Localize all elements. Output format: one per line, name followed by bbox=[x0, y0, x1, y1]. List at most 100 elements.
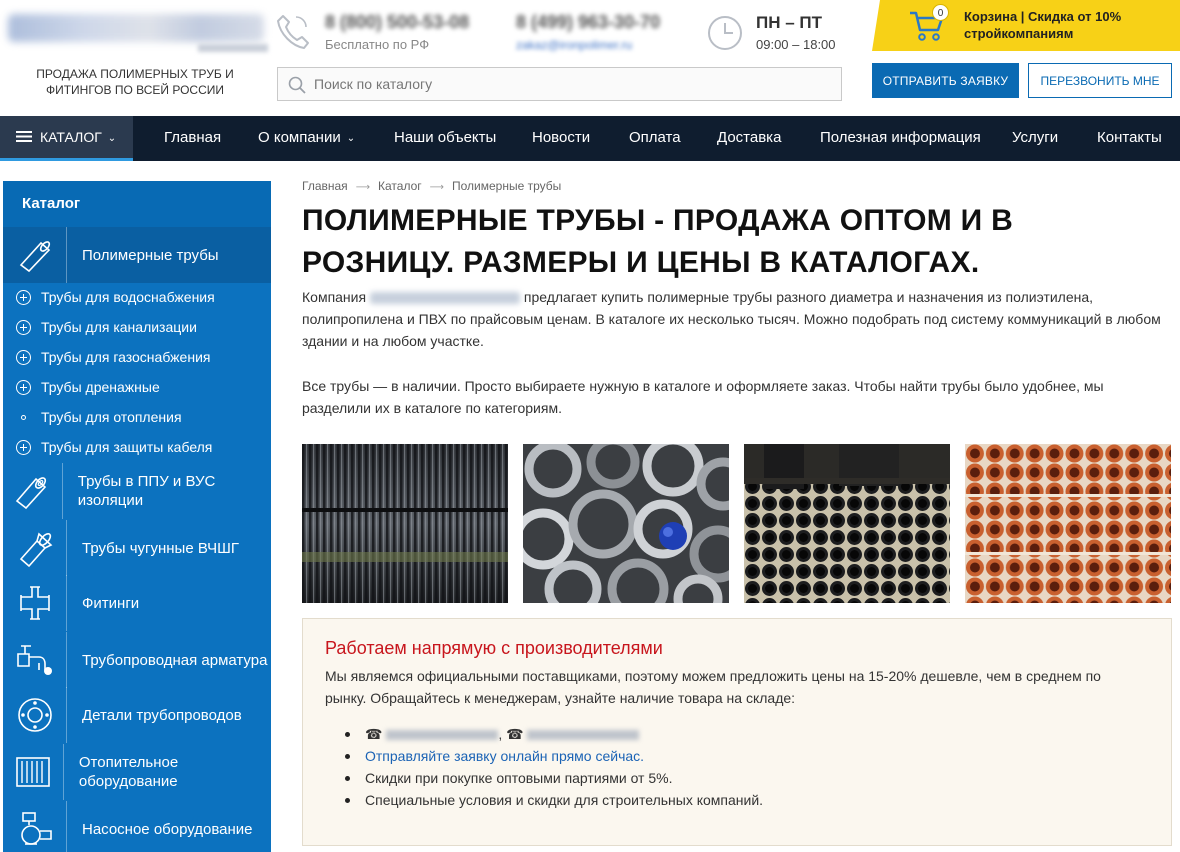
sidebar-item-label: Насосное оборудование bbox=[82, 820, 253, 838]
catalog-sidebar: Каталог Полимерные трубы Трубы для водос… bbox=[3, 181, 271, 852]
pump-icon bbox=[20, 812, 52, 845]
radiator-icon bbox=[16, 757, 50, 787]
list-item: Отправляйте заявку онлайн прямо сейчас. bbox=[343, 745, 1143, 767]
arrow-right-icon: ⟶ bbox=[355, 182, 371, 193]
grey-pipes-photo[interactable] bbox=[523, 444, 729, 603]
plus-circle-icon bbox=[16, 379, 31, 395]
phone-icon bbox=[277, 15, 309, 49]
sidebar-subitem-label: Трубы для водоснабжения bbox=[41, 289, 215, 305]
sidebar-item-label: Детали трубопроводов bbox=[82, 706, 242, 724]
nav-item-home[interactable]: Главная bbox=[164, 116, 221, 161]
intro-paragraph: Компания предлагает купить полимерные тр… bbox=[302, 286, 1162, 352]
nav-item-objects[interactable]: Наши объекты bbox=[394, 116, 496, 161]
breadcrumb-current: Полимерные трубы bbox=[452, 179, 562, 193]
plus-circle-icon bbox=[16, 289, 31, 305]
sidebar-item-label: Полимерные трубы bbox=[82, 246, 219, 264]
list-separator: , bbox=[498, 726, 503, 742]
cart-count-badge: 0 bbox=[932, 4, 949, 21]
cast-iron-pipe-icon bbox=[19, 532, 52, 568]
sidebar-subitem-cable[interactable]: Трубы для защиты кабеля bbox=[3, 432, 271, 462]
clock-icon bbox=[708, 16, 742, 50]
info-box-title: Работаем напрямую с производителями bbox=[325, 638, 663, 658]
pipe-icon bbox=[19, 241, 50, 273]
send-request-button[interactable]: ОТПРАВИТЬ ЗАЯВКУ bbox=[872, 63, 1019, 98]
sidebar-subitem-label: Трубы для отопления bbox=[41, 409, 182, 425]
stock-paragraph: Все трубы — в наличии. Просто выбираете … bbox=[302, 378, 1104, 416]
list-item: ☎ , ☎ bbox=[343, 723, 1143, 745]
intro-text-start: Компания bbox=[302, 289, 370, 305]
list-item: Специальные условия и скидки для строите… bbox=[343, 789, 1143, 811]
cart-banner[interactable]: 0 Корзина | Скидка от 10% стройкомпаниям bbox=[872, 0, 1180, 51]
nav-item-delivery[interactable]: Доставка bbox=[717, 116, 781, 161]
sidebar-item-valves[interactable]: Трубопроводная арматура bbox=[3, 632, 271, 688]
info-box-list: ☎ , ☎ Отправляйте заявку онлайн прямо се… bbox=[343, 723, 1143, 811]
nav-item-services[interactable]: Услуги bbox=[1012, 116, 1058, 161]
breadcrumb-catalog[interactable]: Каталог bbox=[378, 179, 422, 193]
online-request-link[interactable]: Отправляйте заявку онлайн прямо сейчас. bbox=[365, 748, 644, 764]
sidebar-subitem-label: Трубы для защиты кабеля bbox=[41, 439, 213, 455]
breadcrumb: Главная ⟶ Каталог ⟶ Полимерные трубы bbox=[302, 179, 561, 193]
callback-button[interactable]: ПЕРЕЗВОНИТЬ МНЕ bbox=[1028, 63, 1172, 98]
phone-main-caption: Бесплатно по РФ bbox=[325, 37, 430, 52]
phone-redacted-2[interactable] bbox=[527, 730, 640, 741]
sidebar-item-polymer-pipes[interactable]: Полимерные трубы bbox=[3, 227, 271, 283]
sidebar-item-label: Отопительное оборудование bbox=[78, 754, 179, 790]
sidebar-subitem-heating[interactable]: Трубы для отопления bbox=[3, 402, 271, 432]
catalog-menu-button[interactable]: КАТАЛОГ ⌄ bbox=[0, 116, 133, 161]
search-input[interactable] bbox=[314, 68, 834, 100]
manufacturer-info-box: Работаем напрямую с производителями Мы я… bbox=[302, 618, 1172, 846]
sidebar-item-ppu-pipes[interactable]: Трубы в ППУ и ВУС изоляции bbox=[3, 463, 271, 519]
phone-second[interactable]: 8 (499) 963-30-70 bbox=[516, 12, 660, 33]
nav-item-about[interactable]: О компании ⌄ bbox=[258, 116, 355, 161]
search-box[interactable] bbox=[277, 67, 842, 101]
work-days: ПН – ПТ bbox=[756, 13, 822, 32]
nav-item-payment[interactable]: Оплата bbox=[629, 116, 681, 161]
search-icon bbox=[288, 76, 306, 94]
site-logo[interactable] bbox=[8, 8, 268, 56]
email-link[interactable]: zakaz@ironpolimer.ru bbox=[516, 38, 632, 52]
company-name-redacted bbox=[369, 292, 520, 305]
corrugated-pipes-photo[interactable] bbox=[302, 444, 508, 603]
cart-label[interactable]: Корзина | Скидка от 10% стройкомпаниям bbox=[964, 8, 1174, 42]
valve-icon bbox=[16, 645, 52, 675]
black-pipes-stack-photo[interactable] bbox=[744, 444, 950, 603]
main-navigation: КАТАЛОГ ⌄ Главная О компании ⌄ Наши объект… bbox=[0, 116, 1180, 161]
menu-icon bbox=[16, 131, 32, 143]
sidebar-subitem-gas[interactable]: Трубы для газоснабжения bbox=[3, 342, 271, 372]
phone-redacted-1[interactable] bbox=[386, 730, 499, 741]
sidebar-item-label: Трубы в ППУ и ВУС изоляции bbox=[77, 473, 216, 509]
sidebar-item-pumps[interactable]: Насосное оборудование bbox=[3, 801, 271, 852]
nav-item-info[interactable]: Полезная информация bbox=[820, 116, 981, 161]
sidebar-subitem-drainage[interactable]: Трубы дренажные bbox=[3, 372, 271, 402]
list-item: Скидки при покупке оптовыми партиями от … bbox=[343, 767, 1143, 789]
sidebar-item-pipeline-parts[interactable]: Детали трубопроводов bbox=[3, 687, 271, 743]
sidebar-subitem-sewer[interactable]: Трубы для канализации bbox=[3, 312, 271, 342]
header-tagline: ПРОДАЖА ПОЛИМЕРНЫХ ТРУБ И ФИТИНГОВ ПО ВС… bbox=[36, 67, 234, 97]
catalog-menu-label: КАТАЛОГ bbox=[40, 129, 102, 145]
telephone-icon: ☎ bbox=[506, 726, 524, 742]
site-header: ПРОДАЖА ПОЛИМЕРНЫХ ТРУБ И ФИТИНГОВ ПО ВС… bbox=[0, 0, 1180, 116]
breadcrumb-home[interactable]: Главная bbox=[302, 179, 348, 193]
nav-item-contacts[interactable]: Контакты bbox=[1097, 116, 1162, 161]
sidebar-item-label: Трубы чугунные ВЧШГ bbox=[82, 539, 240, 557]
flange-icon bbox=[17, 698, 52, 732]
orange-pipes-photo[interactable] bbox=[965, 444, 1171, 603]
plus-circle-icon bbox=[16, 349, 31, 365]
info-box-text: Мы являемся официальными поставщиками, п… bbox=[325, 668, 1101, 706]
work-hours: 09:00 – 18:00 bbox=[756, 37, 836, 52]
sidebar-item-cast-iron-pipes[interactable]: Трубы чугунные ВЧШГ bbox=[3, 520, 271, 576]
sidebar-item-fittings[interactable]: Фитинги bbox=[3, 575, 271, 631]
nav-item-about-label: О компании bbox=[258, 129, 341, 146]
sidebar-subitem-label: Трубы для газоснабжения bbox=[41, 349, 211, 365]
sidebar-subitem-water[interactable]: Трубы для водоснабжения bbox=[3, 282, 271, 312]
wholesale-discount-text: Скидки при покупке оптовыми партиями от … bbox=[365, 770, 673, 786]
sidebar-subitem-label: Трубы дренажные bbox=[41, 379, 160, 395]
nav-item-news[interactable]: Новости bbox=[532, 116, 590, 161]
page-title: ПОЛИМЕРНЫЕ ТРУБЫ - ПРОДАЖА ОПТОМ И В РОЗ… bbox=[302, 204, 1014, 279]
plus-circle-icon bbox=[16, 439, 31, 455]
fitting-icon bbox=[19, 586, 50, 620]
sidebar-item-heating-equipment[interactable]: Отопительное оборудование bbox=[3, 744, 271, 800]
phone-main[interactable]: 8 (800) 500-53-08 bbox=[325, 12, 469, 33]
insulated-pipe-icon bbox=[16, 477, 47, 510]
bullet-icon bbox=[21, 414, 26, 420]
